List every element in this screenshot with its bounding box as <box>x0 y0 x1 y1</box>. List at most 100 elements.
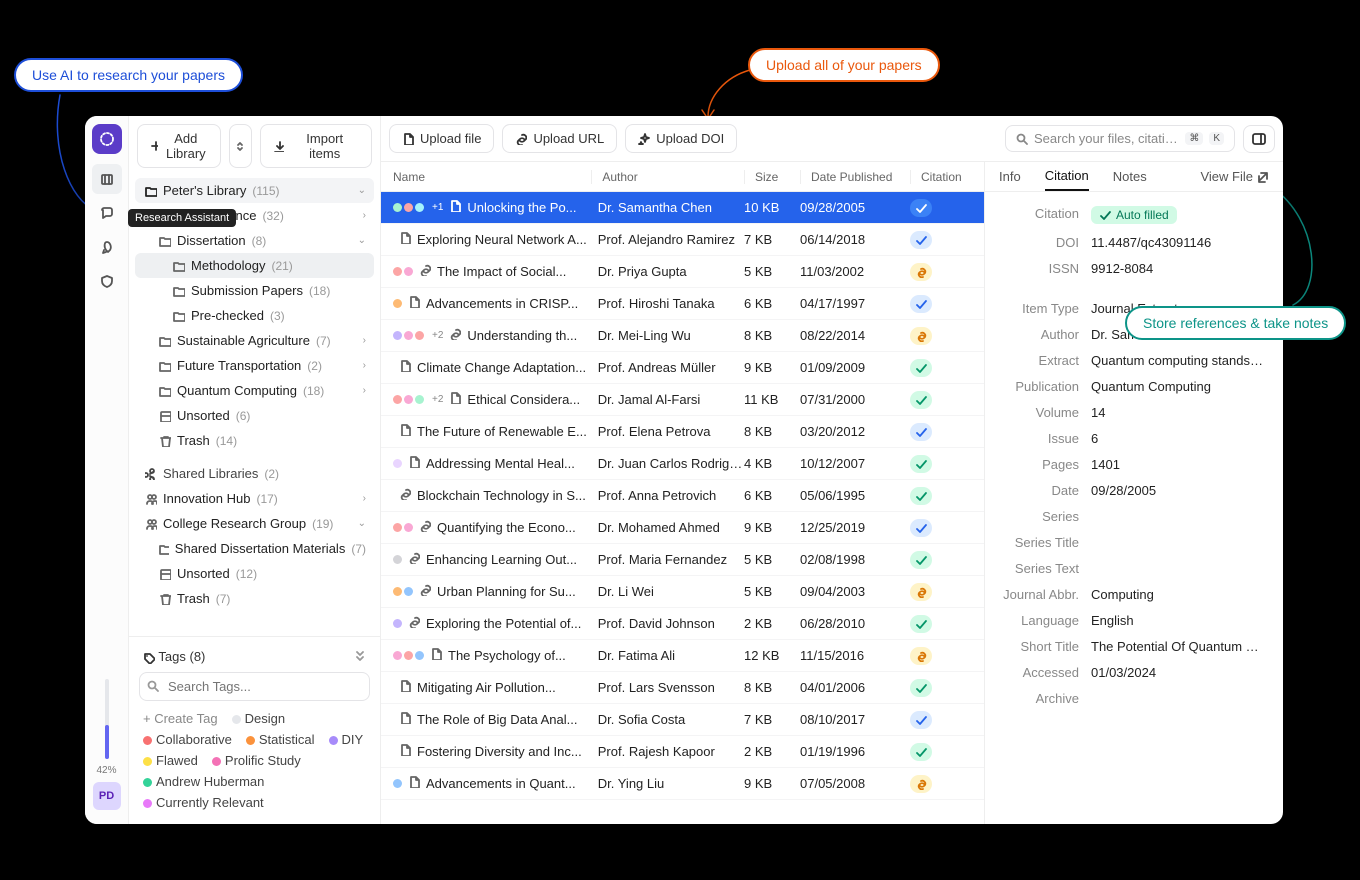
tree-item[interactable]: Shared Dissertation Materials (7) <box>135 536 374 561</box>
detail-value: 1401 <box>1091 457 1265 472</box>
tree-item[interactable]: Pre-checked (3) <box>135 303 374 328</box>
upload-doi-button[interactable]: Upload DOI <box>625 124 737 153</box>
detail-label: ISSN <box>1003 261 1091 276</box>
tags-search-input[interactable] <box>139 672 370 701</box>
detail-value: 6 <box>1091 431 1265 446</box>
col-date[interactable]: Date Published <box>800 170 910 184</box>
table-row[interactable]: Urban Planning for Su... Dr. Li Wei 5 KB… <box>381 576 984 608</box>
row-date: 03/20/2012 <box>800 424 910 439</box>
row-date: 02/08/1998 <box>800 552 910 567</box>
rail-rocket-button[interactable] <box>92 232 122 262</box>
upload-file-button[interactable]: Upload file <box>389 124 494 153</box>
tree-item[interactable]: Unsorted (6) <box>135 403 374 428</box>
rail-research-button[interactable] <box>92 198 122 228</box>
col-name[interactable]: Name <box>393 170 591 184</box>
tag-item[interactable]: Collaborative <box>143 732 232 747</box>
detail-label: Volume <box>1003 405 1091 420</box>
table-row[interactable]: Advancements in Quant... Dr. Ying Liu 9 … <box>381 768 984 800</box>
detail-value: 9912-8084 <box>1091 261 1265 276</box>
tree-item[interactable]: Dissertation (8) ⌄ <box>135 228 374 253</box>
tree-item[interactable]: Innovation Hub (17) › <box>135 486 374 511</box>
tab-citation[interactable]: Citation <box>1045 162 1089 191</box>
tab-view-file[interactable]: View File <box>1200 163 1269 190</box>
tree-item[interactable]: Unsorted (12) <box>135 561 374 586</box>
col-author[interactable]: Author <box>591 170 744 184</box>
shared-libraries-header[interactable]: Shared Libraries (2) <box>135 461 374 486</box>
link-icon <box>399 488 411 500</box>
folder-icon <box>173 310 185 322</box>
table-row[interactable]: +2 Ethical Considera... Dr. Jamal Al-Far… <box>381 384 984 416</box>
row-tags <box>393 651 424 660</box>
table-row[interactable]: Advancements in CRISP... Prof. Hiroshi T… <box>381 288 984 320</box>
table-row[interactable]: The Impact of Social... Dr. Priya Gupta … <box>381 256 984 288</box>
row-name: Unlocking the Po... <box>467 200 576 215</box>
col-size[interactable]: Size <box>744 170 800 184</box>
col-citation[interactable]: Citation <box>910 170 972 184</box>
citation-pill <box>910 551 932 569</box>
table-row[interactable]: Addressing Mental Heal... Dr. Juan Carlo… <box>381 448 984 480</box>
row-name: The Future of Renewable E... <box>417 424 587 439</box>
library-stepper[interactable] <box>229 124 252 168</box>
create-tag-button[interactable]: + Create Tag <box>143 711 218 726</box>
tree-count: (2) <box>307 359 322 373</box>
detail-value <box>1091 691 1265 706</box>
rail-shield-button[interactable] <box>92 266 122 296</box>
table-row[interactable]: The Psychology of... Dr. Fatima Ali 12 K… <box>381 640 984 672</box>
table-row[interactable]: The Role of Big Data Anal... Dr. Sofia C… <box>381 704 984 736</box>
row-author: Dr. Ying Liu <box>598 776 744 791</box>
table-row[interactable]: +2 Understanding th... Dr. Mei-Ling Wu 8… <box>381 320 984 352</box>
chat-icon <box>100 206 114 220</box>
folder-icon <box>173 285 185 297</box>
tag-item[interactable]: Currently Relevant <box>143 795 264 810</box>
tree-item[interactable]: Sustainable Agriculture (7) › <box>135 328 374 353</box>
tag-item[interactable]: Flawed <box>143 753 198 768</box>
detail-label: Series <box>1003 509 1091 524</box>
tags-collapse[interactable] <box>354 649 366 664</box>
row-size: 8 KB <box>744 680 800 695</box>
group-icon <box>145 518 157 530</box>
panel-toggle-button[interactable] <box>1243 125 1275 153</box>
row-author: Dr. Mohamed Ahmed <box>598 520 744 535</box>
tab-info[interactable]: Info <box>999 163 1021 190</box>
add-library-button[interactable]: Add Library <box>137 124 221 168</box>
chevron-icon: ⌄ <box>358 235 366 246</box>
table-row[interactable]: Blockchain Technology in S... Prof. Anna… <box>381 480 984 512</box>
tag-item[interactable]: Andrew Huberman <box>143 774 264 789</box>
row-date: 01/19/1996 <box>800 744 910 759</box>
tree-item[interactable]: Trash (14) <box>135 428 374 453</box>
tree-root[interactable]: Peter's Library (115) ⌄ <box>135 178 374 203</box>
tree-item[interactable]: Submission Papers (18) <box>135 278 374 303</box>
import-items-button[interactable]: Import items <box>260 124 372 168</box>
table-row[interactable]: Exploring Neural Network A... Prof. Alej… <box>381 224 984 256</box>
table-row[interactable]: Mitigating Air Pollution... Prof. Lars S… <box>381 672 984 704</box>
app-logo[interactable] <box>92 124 122 154</box>
row-tags <box>393 267 413 276</box>
tab-notes[interactable]: Notes <box>1113 163 1147 190</box>
tree-item[interactable]: Trash (7) <box>135 586 374 611</box>
tag-item[interactable]: Design <box>232 711 285 726</box>
table-row[interactable]: Climate Change Adaptation... Prof. Andre… <box>381 352 984 384</box>
tag-item[interactable]: Statistical <box>246 732 315 747</box>
table-row[interactable]: Exploring the Potential of... Prof. Davi… <box>381 608 984 640</box>
table-row[interactable]: The Future of Renewable E... Prof. Elena… <box>381 416 984 448</box>
table-row[interactable]: +1 Unlocking the Po... Dr. Samantha Chen… <box>381 192 984 224</box>
tree-item[interactable]: Quantum Computing (18) › <box>135 378 374 403</box>
tag-dot <box>329 736 338 745</box>
tree-item[interactable]: Future Transportation (2) › <box>135 353 374 378</box>
tag-item[interactable]: DIY <box>329 732 364 747</box>
upload-url-button[interactable]: Upload URL <box>502 124 617 153</box>
tag-dot <box>393 203 402 212</box>
table-row[interactable]: Quantifying the Econo... Dr. Mohamed Ahm… <box>381 512 984 544</box>
table-row[interactable]: Fostering Diversity and Inc... Prof. Raj… <box>381 736 984 768</box>
tag-item[interactable]: Prolific Study <box>212 753 301 768</box>
file-icon <box>399 424 411 436</box>
user-avatar[interactable]: PD <box>93 782 121 810</box>
rail-library-button[interactable] <box>92 164 122 194</box>
link-icon <box>915 266 927 278</box>
citation-pill <box>910 679 932 697</box>
row-size: 12 KB <box>744 648 800 663</box>
tree-item[interactable]: Methodology (21) <box>135 253 374 278</box>
table-row[interactable]: Enhancing Learning Out... Prof. Maria Fe… <box>381 544 984 576</box>
tree-item[interactable]: College Research Group (19) ⌄ <box>135 511 374 536</box>
global-search[interactable]: Search your files, citations, notes, ...… <box>1005 125 1235 152</box>
